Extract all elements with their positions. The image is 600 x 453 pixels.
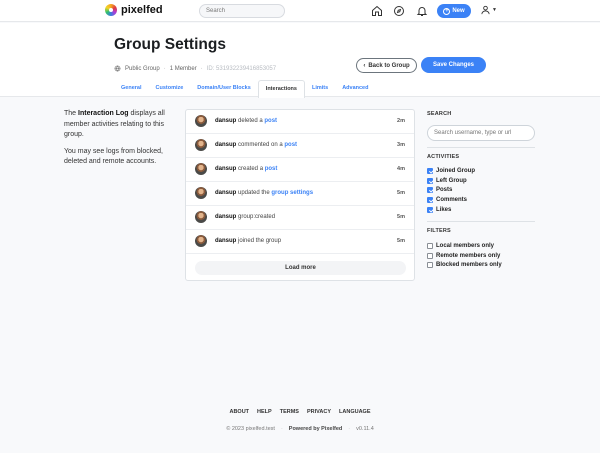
bell-icon[interactable]	[416, 5, 428, 17]
tab-domain-user-blocks[interactable]: Domain/User Blocks	[190, 80, 258, 97]
plus-icon: +	[443, 7, 451, 15]
log-user[interactable]: dansup	[215, 214, 236, 220]
group-meta: Public Group · 1 Member · ID: 5319322394…	[114, 65, 276, 72]
log-row: dansup joined the group 5m	[186, 230, 414, 254]
avatar[interactable]	[195, 235, 207, 248]
log-filters-sidebar: SEARCH Search username, type or url ACTI…	[427, 111, 535, 270]
activity-comments-checkbox[interactable]: Comments	[427, 195, 535, 205]
log-user[interactable]: dansup	[215, 118, 236, 124]
avatar[interactable]	[195, 139, 207, 152]
activity-left-group-checkbox[interactable]: Left Group	[427, 176, 535, 186]
load-more-button[interactable]: Load more	[195, 261, 406, 275]
log-time: 5m	[397, 214, 405, 221]
back-to-group-button[interactable]: ‹ Back to Group	[356, 58, 417, 73]
brand-name[interactable]: pixelfed	[121, 4, 163, 16]
pixelfed-logo-icon[interactable]	[105, 4, 117, 16]
log-row: dansup deleted a post 2m	[186, 110, 414, 134]
footer-link-terms[interactable]: TERMS	[280, 409, 299, 415]
copyright-text: © 2023 pixelfed.test	[226, 426, 275, 432]
log-user[interactable]: dansup	[215, 190, 236, 196]
log-search-input[interactable]: Search username, type or url	[427, 125, 535, 141]
tab-interactions[interactable]: Interactions	[257, 80, 305, 98]
footer-link-help[interactable]: HELP	[257, 409, 272, 415]
checkbox-icon[interactable]	[427, 187, 433, 194]
top-navbar: pixelfed Search + New ▼	[0, 0, 600, 22]
log-time: 2m	[397, 118, 405, 125]
avatar[interactable]	[195, 163, 207, 176]
filters-heading: FILTERS	[427, 227, 451, 234]
search-heading: SEARCH	[427, 111, 452, 117]
footer-link-language[interactable]: LANGUAGE	[339, 409, 370, 415]
save-changes-button[interactable]: Save Changes	[421, 57, 486, 73]
avatar[interactable]	[195, 115, 207, 128]
log-row: dansup commented on a post 3m	[186, 134, 414, 158]
activity-likes-checkbox[interactable]: Likes	[427, 205, 535, 215]
log-user[interactable]: dansup	[215, 166, 236, 172]
settings-header: Group Settings Public Group · 1 Member ·…	[0, 23, 600, 98]
log-link[interactable]: post	[264, 118, 277, 124]
checkbox-icon[interactable]	[427, 262, 433, 269]
new-button[interactable]: + New	[437, 4, 471, 18]
activities-heading: ACTIVITIES	[427, 154, 460, 160]
log-row: dansup updated the group settings 5m	[186, 182, 414, 206]
tab-advanced[interactable]: Advanced	[335, 80, 375, 97]
tab-limits[interactable]: Limits	[305, 80, 335, 97]
log-row: dansup group:created 5m	[186, 206, 414, 230]
filter-local-members-checkbox[interactable]: Local members only	[427, 241, 535, 251]
tab-general[interactable]: General	[114, 80, 148, 97]
filter-blocked-members-checkbox[interactable]: Blocked members only	[427, 261, 535, 271]
interaction-log-info: The Interaction Log displays all member …	[64, 109, 178, 174]
log-time: 3m	[397, 142, 405, 149]
tab-customize[interactable]: Customize	[148, 80, 190, 97]
home-icon[interactable]	[371, 5, 383, 17]
group-visibility: Public Group	[125, 65, 160, 72]
log-row: dansup created a post 4m	[186, 158, 414, 182]
checkbox-icon[interactable]	[427, 252, 433, 259]
interaction-log-card: dansup deleted a post 2m dansup commente…	[185, 109, 415, 281]
log-user[interactable]: dansup	[215, 142, 236, 148]
footer-links: ABOUT HELP TERMS PRIVACY LANGUAGE	[0, 409, 600, 415]
page-title: Group Settings	[114, 36, 226, 53]
member-count: 1 Member	[169, 65, 197, 72]
user-menu[interactable]: ▼	[480, 4, 497, 16]
log-time: 4m	[397, 166, 405, 173]
chevron-left-icon: ‹	[363, 62, 366, 69]
settings-tabs: General Customize Domain/User Blocks Int…	[114, 80, 375, 98]
checkbox-icon[interactable]	[427, 197, 433, 204]
info-note: You may see logs from blocked, deleted a…	[64, 147, 163, 166]
avatar[interactable]	[195, 211, 207, 224]
log-time: 5m	[397, 238, 405, 245]
checkbox-icon[interactable]	[427, 167, 433, 174]
log-link[interactable]: post	[284, 142, 297, 148]
nav-search-input[interactable]: Search	[199, 4, 285, 18]
chevron-down-icon: ▼	[492, 7, 497, 13]
log-user[interactable]: dansup	[215, 238, 236, 244]
version-text: v0.11.4	[356, 426, 374, 432]
checkbox-icon[interactable]	[427, 207, 433, 214]
footer-copyright: © 2023 pixelfed.test · Powered by Pixelf…	[226, 426, 374, 432]
group-id: ID: 531932239416853057	[206, 65, 277, 72]
checkbox-icon[interactable]	[427, 177, 433, 184]
divider	[427, 220, 535, 222]
powered-by-link[interactable]: Powered by Pixelfed	[289, 426, 343, 432]
log-link[interactable]: group settings	[271, 190, 313, 196]
filter-remote-members-checkbox[interactable]: Remote members only	[427, 251, 535, 261]
checkbox-icon[interactable]	[427, 242, 433, 249]
globe-icon	[114, 65, 121, 72]
divider	[427, 147, 535, 148]
footer-link-privacy[interactable]: PRIVACY	[307, 409, 331, 415]
compass-icon[interactable]	[393, 5, 405, 17]
user-icon	[481, 5, 490, 15]
interaction-log-term: Interaction Log	[78, 110, 129, 117]
log-time: 5m	[397, 190, 405, 197]
footer-link-about[interactable]: ABOUT	[229, 409, 249, 415]
activity-joined-group-checkbox[interactable]: Joined Group	[427, 166, 535, 176]
log-link[interactable]: post	[265, 166, 278, 172]
activity-posts-checkbox[interactable]: Posts	[427, 186, 535, 196]
avatar[interactable]	[195, 187, 207, 200]
